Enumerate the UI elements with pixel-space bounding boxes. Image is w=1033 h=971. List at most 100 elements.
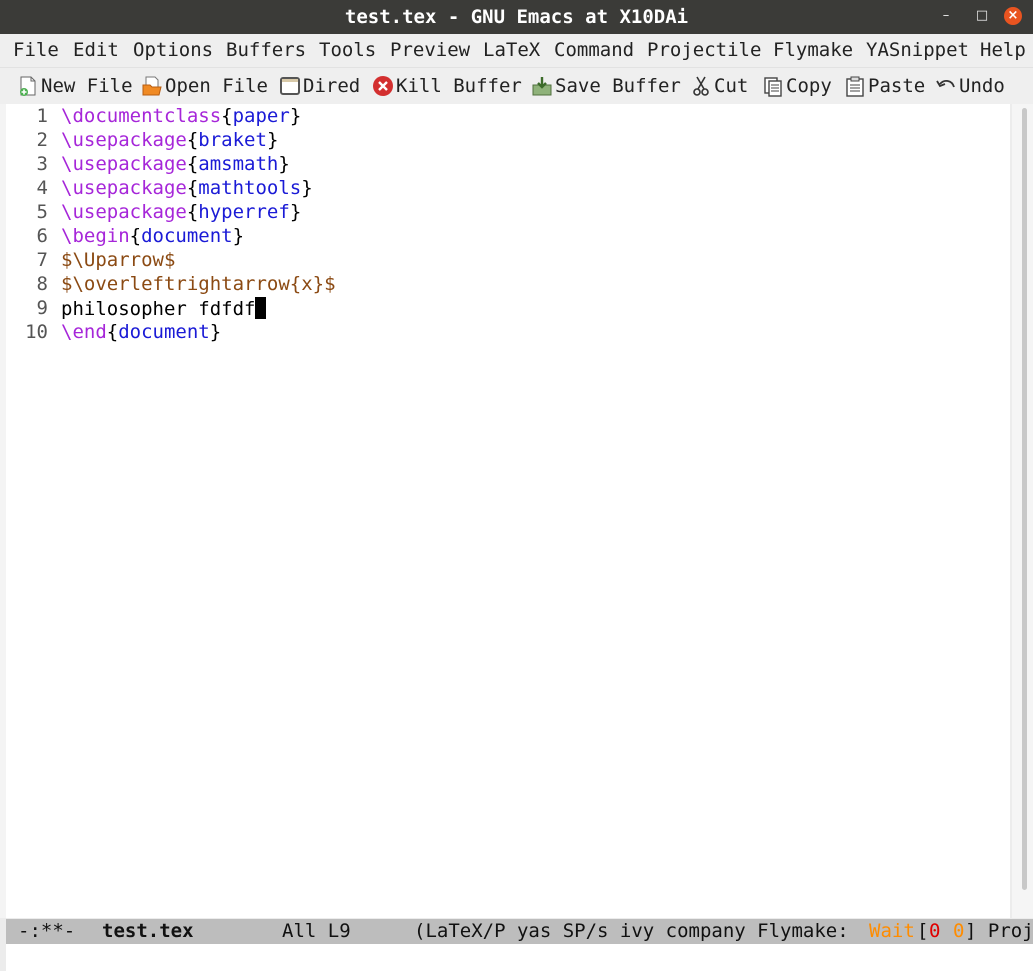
new-file-button[interactable]: New File: [17, 72, 133, 100]
maximize-button[interactable]: □: [973, 7, 991, 25]
code-line[interactable]: 5 \usepackage{hyperref}: [6, 201, 1006, 225]
vertical-scrollbar[interactable]: [1012, 104, 1033, 918]
code-token: document: [141, 225, 233, 247]
menu-buffers[interactable]: Buffers: [226, 39, 306, 61]
new-file-label: New File: [41, 75, 133, 97]
flymake-error-count[interactable]: 0: [929, 920, 940, 942]
save-buffer-button[interactable]: Save Buffer: [531, 72, 681, 100]
copy-button[interactable]: Copy: [762, 72, 832, 100]
dired-button[interactable]: Dired: [279, 72, 360, 100]
modeline-modes[interactable]: (LaTeX/P yas SP/s ivy company Flymake:: [414, 920, 849, 942]
open-file-button[interactable]: Open File: [141, 72, 268, 100]
code-token: philosopher fdfdf: [61, 298, 256, 320]
copy-icon: [762, 75, 784, 97]
code-token: \usepackage: [61, 129, 187, 151]
menu-help[interactable]: Help: [980, 39, 1026, 61]
line-text[interactable]: \usepackage{braket}: [61, 129, 278, 151]
line-number: 7: [36, 249, 48, 271]
close-button[interactable]: ×: [1004, 7, 1022, 25]
menu-options[interactable]: Options: [133, 39, 213, 61]
modeline-tail: ] Proj: [965, 920, 1033, 942]
line-text[interactable]: philosopher fdfdf: [61, 297, 267, 320]
line-number: 8: [36, 273, 48, 295]
save-buffer-label: Save Buffer: [555, 75, 681, 97]
editor-buffer[interactable]: 1 \documentclass{paper} 2 \usepackage{brake…: [6, 104, 1010, 918]
line-text[interactable]: \usepackage{mathtools}: [61, 177, 313, 199]
save-icon: [531, 75, 553, 97]
flymake-wait-status: Wait: [869, 920, 915, 942]
menu-yasnippet[interactable]: YASnippet: [866, 39, 969, 61]
kill-buffer-button[interactable]: Kill Buffer: [372, 72, 522, 100]
code-token: {: [221, 105, 233, 127]
new-file-icon: [17, 75, 39, 97]
cut-button[interactable]: Cut: [690, 72, 748, 100]
flymake-warning-count[interactable]: 0: [953, 920, 964, 942]
code-token: braket: [198, 129, 267, 151]
line-number: 5: [36, 201, 48, 223]
code-token: }: [289, 105, 302, 127]
open-file-icon: [141, 75, 163, 97]
window-title: test.tex - GNU Emacs at X10DAi: [344, 6, 689, 28]
modeline-buffer-name[interactable]: test.tex: [102, 920, 194, 942]
line-text[interactable]: \end{document}: [61, 321, 221, 343]
line-text[interactable]: \begin{document}: [61, 225, 244, 247]
menu-latex[interactable]: LaTeX: [483, 39, 540, 61]
code-token: {: [106, 321, 119, 343]
cut-label: Cut: [714, 75, 749, 97]
line-number: 10: [25, 321, 48, 343]
code-line[interactable]: 4 \usepackage{mathtools}: [6, 177, 1006, 201]
menu-projectile[interactable]: Projectile: [647, 39, 761, 61]
line-number: 1: [36, 105, 48, 127]
code-token: mathtools: [198, 177, 302, 199]
undo-icon: [935, 75, 957, 97]
dired-label: Dired: [303, 75, 361, 97]
undo-label: Undo: [959, 75, 1005, 97]
code-token: paper: [232, 105, 290, 127]
line-text[interactable]: \usepackage{amsmath}: [61, 153, 290, 175]
menu-tools[interactable]: Tools: [319, 39, 376, 61]
code-token: {: [186, 129, 199, 151]
menu-flymake[interactable]: Flymake: [773, 39, 853, 61]
code-line[interactable]: 8 $\overleftrightarrow{x}$: [6, 273, 1006, 297]
undo-button[interactable]: Undo: [935, 72, 1005, 100]
code-token: {: [186, 153, 199, 175]
dired-icon: [279, 75, 301, 97]
code-line[interactable]: 1 \documentclass{paper}: [6, 105, 1006, 129]
line-number: 2: [36, 129, 48, 151]
line-text[interactable]: $\overleftrightarrow{x}$: [61, 273, 336, 295]
code-line[interactable]: 6 \begin{document}: [6, 225, 1006, 249]
code-line[interactable]: 3 \usepackage{amsmath}: [6, 153, 1006, 177]
code-token: }: [278, 153, 290, 175]
code-token: \usepackage: [61, 177, 187, 199]
code-line[interactable]: 9 philosopher fdfdf: [6, 297, 1006, 321]
code-line[interactable]: 2 \usepackage{braket}: [6, 129, 1006, 153]
line-text[interactable]: $\Uparrow$: [61, 249, 175, 271]
line-number: 6: [36, 225, 48, 247]
paste-label: Paste: [868, 75, 926, 97]
line-number: 4: [36, 177, 48, 199]
title-bar: test.tex - GNU Emacs at X10DAi – □ ×: [0, 0, 1033, 34]
code-token: {: [186, 201, 199, 223]
code-token: }: [301, 177, 313, 199]
code-token: }: [209, 321, 222, 343]
code-token: hyperref: [198, 201, 290, 223]
paste-button[interactable]: Paste: [844, 72, 925, 100]
menu-preview[interactable]: Preview: [390, 39, 470, 61]
code-token: \usepackage: [61, 201, 187, 223]
menu-file[interactable]: File: [13, 39, 59, 61]
minibuffer[interactable]: [6, 944, 1033, 971]
line-text[interactable]: \documentclass{paper}: [61, 105, 301, 127]
code-line[interactable]: 7 $\Uparrow$: [6, 249, 1006, 273]
menu-command[interactable]: Command: [554, 39, 634, 61]
menu-edit[interactable]: Edit: [73, 39, 119, 61]
modeline-position: All L9: [282, 920, 351, 942]
scrollbar-thumb[interactable]: [1022, 108, 1027, 890]
line-number: 3: [36, 153, 48, 175]
flymake-bracket-open: [: [917, 920, 929, 942]
code-token: $\Uparrow$: [61, 249, 176, 271]
minimize-button[interactable]: –: [937, 7, 955, 25]
code-token: \usepackage: [61, 153, 187, 175]
code-line[interactable]: 10 \end{document}: [6, 321, 1006, 345]
line-text[interactable]: \usepackage{hyperref}: [61, 201, 301, 223]
code-token: }: [232, 225, 245, 247]
